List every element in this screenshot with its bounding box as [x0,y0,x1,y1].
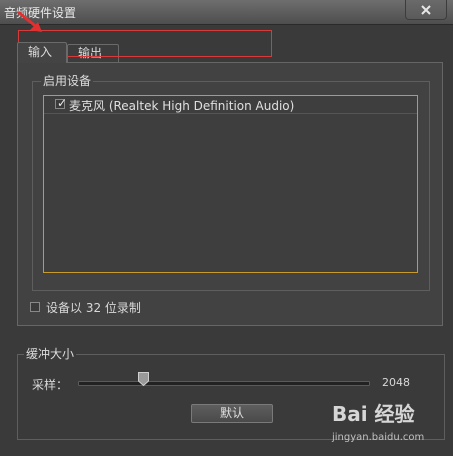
enabled-devices-group: 启用设备 ✓ 麦克风 (Realtek High Definition Audi… [32,74,430,291]
slider-handle[interactable] [138,372,149,386]
sample-slider-track[interactable] [78,381,370,386]
device-checkbox[interactable]: ✓ [55,96,68,110]
checkmark-icon: ✓ [57,96,68,110]
tab-input[interactable]: 输入 [17,42,67,63]
device-label: 麦克风 (Realtek High Definition Audio) [69,99,295,113]
buffer-size-label: 缓冲大小 [24,347,77,361]
record-32bit-label: 设备以 32 位录制 [46,301,141,315]
enabled-devices-label: 启用设备 [41,74,94,88]
close-icon [421,4,431,15]
device-list[interactable]: ✓ 麦克风 (Realtek High Definition Audio) [43,95,418,273]
title-bar: 音频硬件设置 [0,0,453,25]
default-button[interactable]: 默认 [191,404,273,423]
baidu-watermark: Bai 经验 jingyan.baidu.com [332,398,450,452]
watermark-url: jingyan.baidu.com [332,432,425,443]
list-item[interactable]: ✓ 麦克风 (Realtek High Definition Audio) [44,96,417,114]
input-panel: 启用设备 ✓ 麦克风 (Realtek High Definition Audi… [17,62,443,326]
sample-label: 采样： [32,378,69,392]
record-32bit-checkbox[interactable] [30,302,40,312]
watermark-logo: Bai 经验 [332,402,415,426]
close-button[interactable] [405,0,447,20]
sample-value: 2048 [382,376,410,389]
arrow-icon [17,10,42,32]
